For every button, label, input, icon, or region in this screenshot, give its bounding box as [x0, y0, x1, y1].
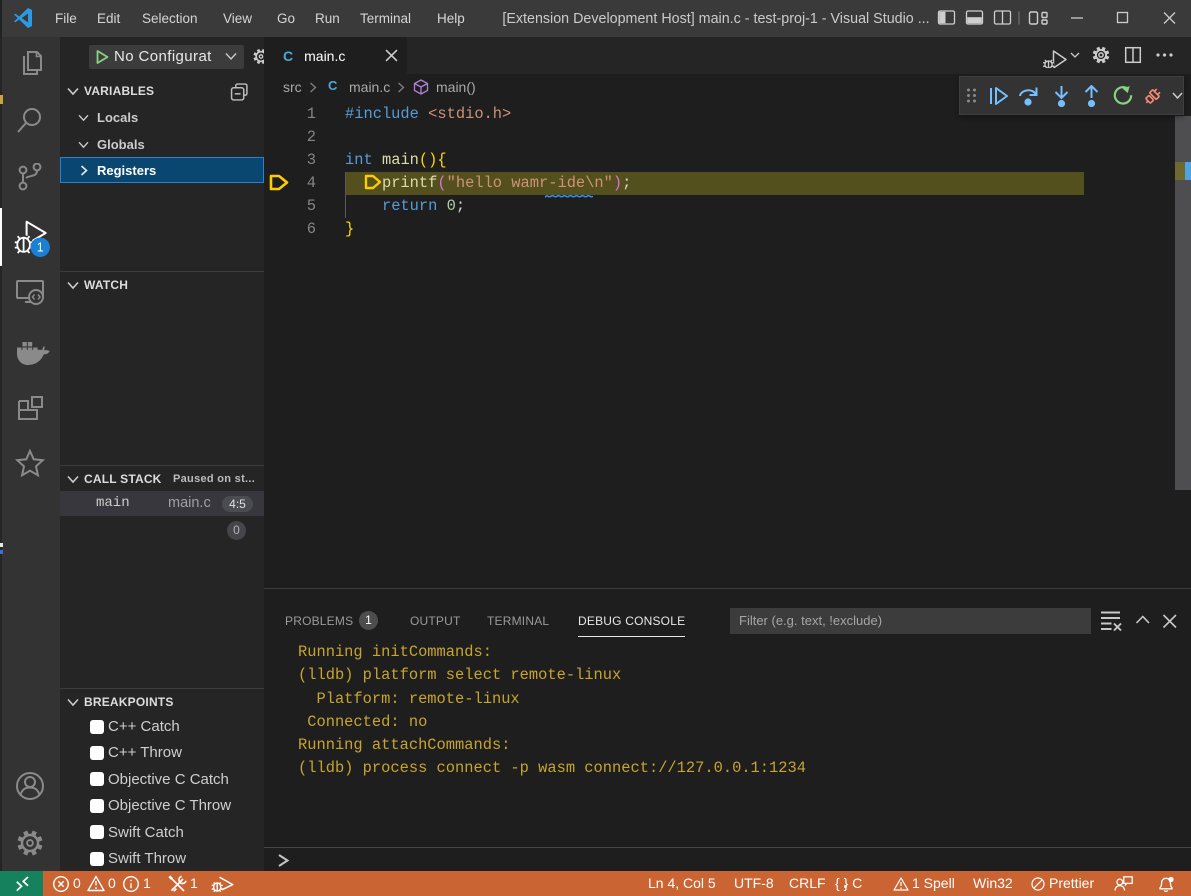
svg-text:1: 1 [37, 241, 44, 255]
